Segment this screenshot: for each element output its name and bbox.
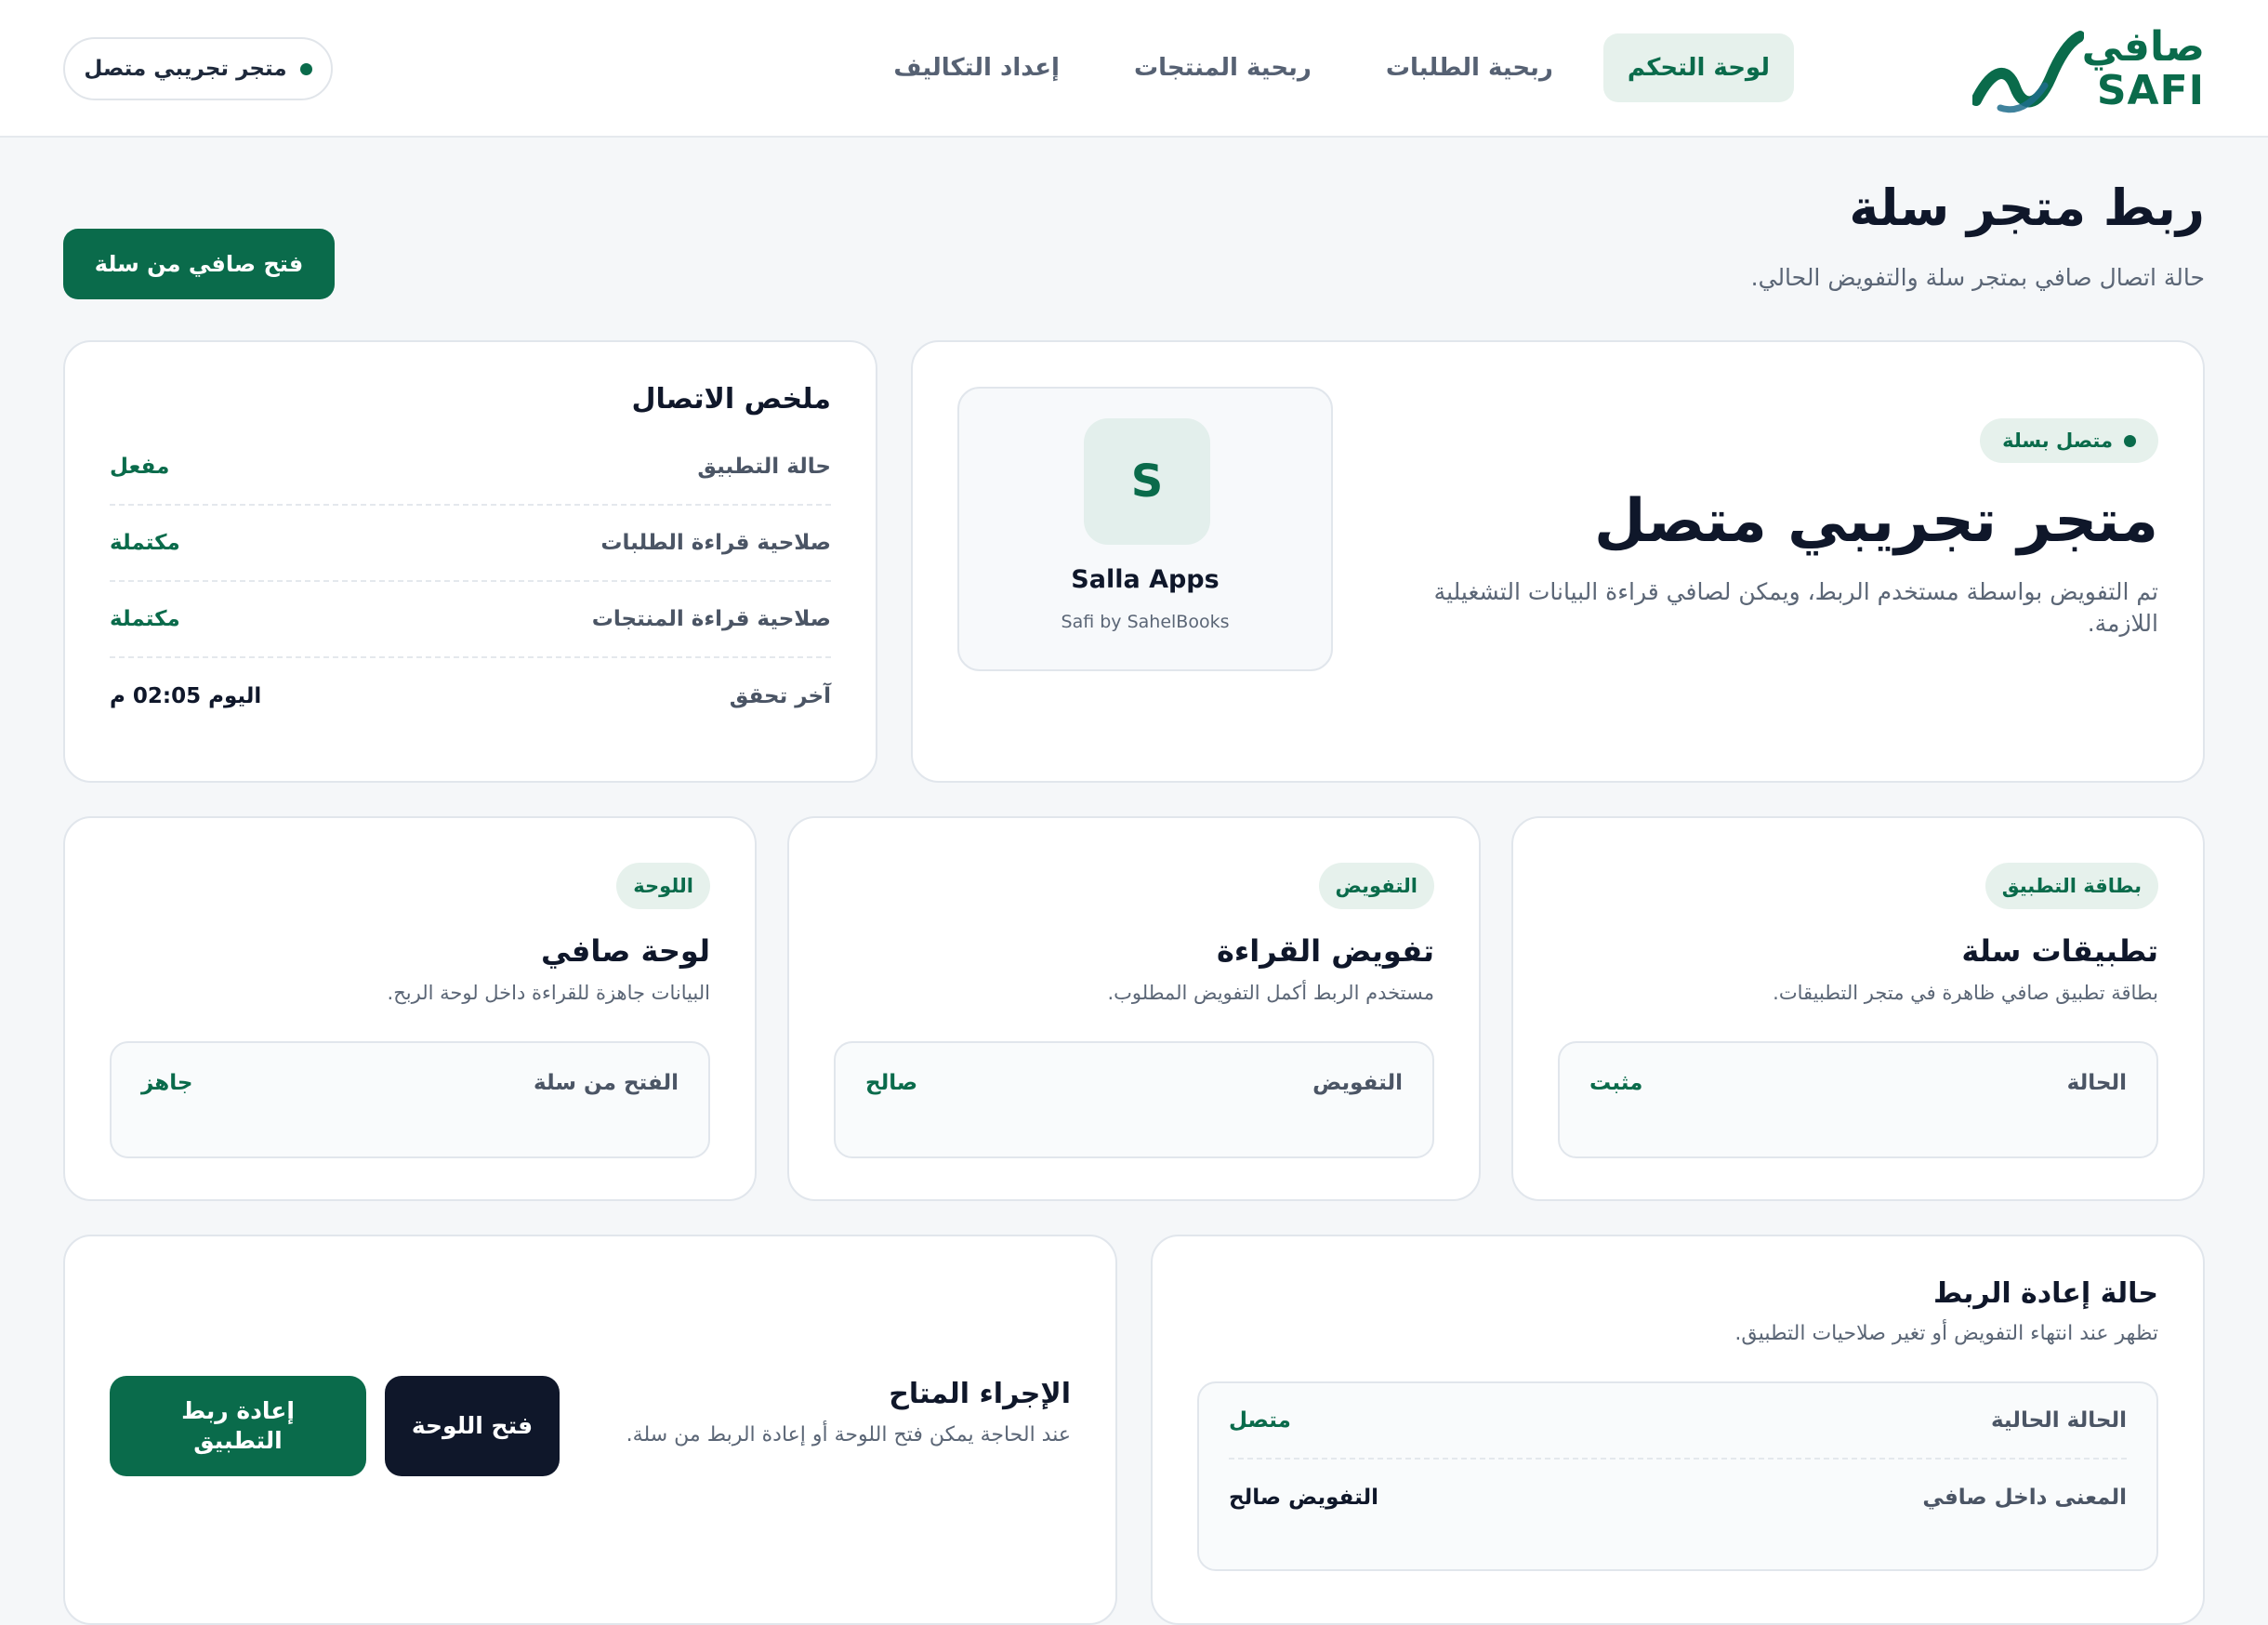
feature-value: جاهز xyxy=(141,1071,193,1095)
store-status-label: متجر تجريبي متصل xyxy=(84,57,287,81)
brand-logo[interactable]: صافي SAFI xyxy=(1972,24,2205,113)
summary-label: آخر تحقق xyxy=(729,684,831,708)
app-avatar: S xyxy=(1084,418,1210,545)
tab-cost-setup[interactable]: إعداد التكاليف xyxy=(869,33,1084,102)
feature-badge: اللوحة xyxy=(616,863,710,909)
status-dot-icon xyxy=(299,62,312,75)
feature-badge: بطاقة التطبيق xyxy=(1984,863,2158,909)
summary-value: مكتملة xyxy=(110,607,180,631)
store-status-pill[interactable]: متجر تجريبي متصل xyxy=(63,37,333,100)
wave-logo-icon xyxy=(1972,31,2084,113)
reconnect-status-card: حالة إعادة الربط تظهر عند انتهاء التفويض… xyxy=(1151,1235,2205,1625)
dashboard-feature: اللوحة لوحة صافي البيانات جاهزة للقراءة … xyxy=(63,816,757,1201)
summary-value: اليوم 02:05 م xyxy=(110,684,262,708)
brand-name-ar: صافي xyxy=(2081,23,2205,71)
connection-summary-card: ملخص الاتصال حالة التطبيق مفعل صلاحية قر… xyxy=(63,340,877,783)
store-description: تم التفويض بواسطة مستخدم الربط، ويمكن لص… xyxy=(1433,578,2158,637)
connected-status-label: متصل بسلة xyxy=(2002,429,2113,452)
feature-description: البيانات جاهزة للقراءة داخل لوحة الربح. xyxy=(387,982,710,1004)
action-title: الإجراء المتاح xyxy=(889,1378,1071,1410)
summary-label: صلاحية قراءة المنتجات xyxy=(591,607,831,631)
summary-row: حالة التطبيق مفعل xyxy=(110,429,831,506)
summary-label: صلاحية قراءة الطلبات xyxy=(600,531,831,555)
feature-status-box: الحالة مثبت xyxy=(1558,1041,2158,1158)
reconnect-status-box: الحالة الحالية متصل المعنى داخل صافي الت… xyxy=(1197,1381,2158,1571)
summary-row: آخر تحقق اليوم 02:05 م xyxy=(110,658,831,734)
reconnect-app-button[interactable]: إعادة ربط التطبيق xyxy=(110,1376,366,1476)
app-name: Salla Apps xyxy=(1071,565,1220,594)
connected-status-badge: متصل بسلة xyxy=(1980,418,2158,463)
salla-app-card: S Salla Apps Safi by SahelBooks xyxy=(957,387,1333,671)
reconnect-row: المعنى داخل صافي التفويض صالح xyxy=(1229,1460,2127,1536)
open-safi-from-salla-button[interactable]: فتح صافي من سلة xyxy=(63,229,335,299)
feature-status-box: الفتح من سلة جاهز xyxy=(110,1041,710,1158)
feature-description: بطاقة تطبيق صافي ظاهرة في متجر التطبيقات… xyxy=(1773,982,2158,1004)
brand-name-en: SAFI xyxy=(2096,67,2205,114)
action-description: عند الحاجة يمكن فتح اللوحة أو إعادة الرب… xyxy=(626,1423,1071,1447)
summary-label: حالة التطبيق xyxy=(697,455,831,479)
summary-value: مفعل xyxy=(110,455,170,479)
feature-key: التفويض xyxy=(1312,1071,1403,1095)
app-subtitle: Safi by SahelBooks xyxy=(1061,612,1230,632)
reconnect-row: الحالة الحالية متصل xyxy=(1229,1383,2127,1460)
feature-key: الفتح من سلة xyxy=(534,1071,679,1095)
summary-title: ملخص الاتصال xyxy=(631,383,831,416)
feature-title: لوحة صافي xyxy=(541,933,710,969)
feature-badge: التفويض xyxy=(1318,863,1434,909)
summary-value: مكتملة xyxy=(110,531,180,555)
top-navbar: صافي SAFI لوحة التحكم ربحية الطلبات ربحي… xyxy=(0,0,2268,138)
reconnect-label: المعنى داخل صافي xyxy=(1922,1486,2127,1510)
page-subtitle: حالة اتصال صافي بمتجر سلة والتفويض الحال… xyxy=(1750,264,2205,291)
feature-key: الحالة xyxy=(2066,1071,2127,1095)
summary-row: صلاحية قراءة المنتجات مكتملة xyxy=(110,582,831,658)
open-board-button[interactable]: فتح اللوحة xyxy=(385,1376,560,1476)
reconnect-title: حالة إعادة الربط xyxy=(1933,1277,2158,1310)
feature-value: مثبت xyxy=(1589,1071,1643,1095)
available-action-card: الإجراء المتاح عند الحاجة يمكن فتح اللوح… xyxy=(63,1235,1117,1625)
reconnect-description: تظهر عند انتهاء التفويض أو تغير صلاحيات … xyxy=(1734,1322,2158,1345)
reconnect-value: متصل xyxy=(1229,1408,1291,1433)
feature-title: تطبيقات سلة xyxy=(1961,933,2158,969)
tab-dashboard[interactable]: لوحة التحكم xyxy=(1602,33,1794,102)
reconnect-value: التفويض صالح xyxy=(1229,1486,1378,1510)
reconnect-label: الحالة الحالية xyxy=(1990,1408,2127,1433)
status-dot-icon xyxy=(2124,434,2136,447)
page-title: ربط متجر سلة xyxy=(1849,178,2205,237)
connection-hero-card: متصل بسلة متجر تجريبي متصل تم التفويض بو… xyxy=(911,340,2205,783)
feature-status-box: التفويض صالح xyxy=(834,1041,1434,1158)
tab-product-profitability[interactable]: ربحية المنتجات xyxy=(1110,33,1336,102)
summary-row: صلاحية قراءة الطلبات مكتملة xyxy=(110,506,831,582)
feature-description: مستخدم الربط أكمل التفويض المطلوب. xyxy=(1107,982,1434,1004)
store-name: متجر تجريبي متصل xyxy=(1593,487,2158,556)
feature-value: صالح xyxy=(865,1071,918,1095)
feature-title: تفويض القراءة xyxy=(1216,933,1434,969)
main-nav: لوحة التحكم ربحية الطلبات ربحية المنتجات… xyxy=(869,33,1794,102)
app-card-feature: بطاقة التطبيق تطبيقات سلة بطاقة تطبيق صا… xyxy=(1511,816,2205,1201)
authorization-feature: التفويض تفويض القراءة مستخدم الربط أكمل … xyxy=(787,816,1481,1201)
tab-order-profitability[interactable]: ربحية الطلبات xyxy=(1362,33,1577,102)
